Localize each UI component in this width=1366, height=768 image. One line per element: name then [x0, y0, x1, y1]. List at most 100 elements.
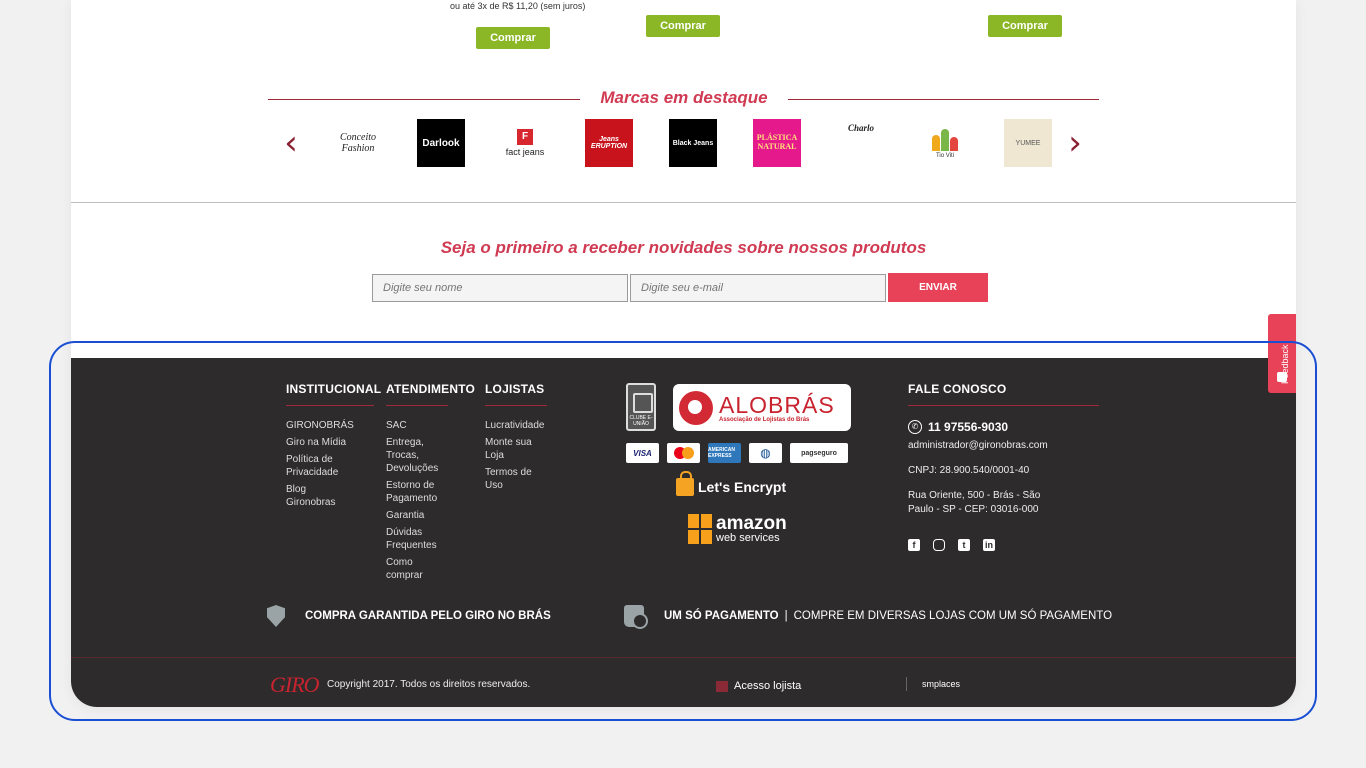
footer-link[interactable]: Política de Privacidade	[286, 453, 348, 479]
brand-logo-text: Tio Viti	[935, 153, 954, 159]
brand-logo-black-jeans[interactable]: Black Jeans	[669, 119, 717, 167]
newsletter-name-input[interactable]	[372, 274, 628, 302]
guarantee-banner: COMPRA GARANTIDA PELO GIRO NO BRÁS	[267, 605, 551, 627]
brand-logo-tio-viti[interactable]: Tio Viti	[921, 119, 969, 167]
aws-wordmark: amazon web services	[716, 512, 787, 544]
social-links: f t in	[908, 539, 995, 551]
newsletter-submit-button[interactable]: ENVIAR	[888, 273, 988, 302]
aws-badge: amazon web services	[688, 514, 787, 544]
footer-link[interactable]: Giro na Mídia	[286, 436, 348, 449]
brand-logo-text: PLÁSTICA NATURAL	[756, 133, 798, 151]
brands-title-line	[788, 99, 1099, 100]
footer-link[interactable]: Garantia	[386, 509, 448, 522]
aws-text-amazon: amazon	[716, 512, 787, 534]
footer-link[interactable]: SAC	[386, 419, 448, 432]
footer-link[interactable]: Blog Gironobras	[286, 483, 348, 509]
brand-logo-text: Darlook	[422, 137, 460, 149]
instagram-icon[interactable]	[933, 539, 945, 551]
contact-address: Rua Oriente, 500 - Brás - São Paulo - SP…	[908, 490, 1041, 515]
alobras-subtitle: Associação de Lojistas do Brás	[719, 416, 810, 423]
footer-link[interactable]: GIRONOBRÁS	[286, 419, 354, 432]
footer-link[interactable]: Lucratividade	[485, 419, 547, 432]
footer-link[interactable]: Monte sua Loja	[485, 436, 547, 462]
one-payment-text: UM SÓ PAGAMENTO | COMPRE EM DIVERSAS LOJAS…	[664, 610, 1112, 622]
facebook-icon[interactable]: f	[908, 539, 920, 551]
contact-email[interactable]: administrador@gironobras.com	[908, 439, 1108, 453]
brands-title: Marcas em destaque	[600, 88, 768, 107]
newsletter-title: Seja o primeiro a receber novidades sobr…	[440, 238, 927, 257]
lock-icon	[676, 471, 694, 496]
alobras-name: ALOBRÁS	[719, 391, 835, 418]
footer-title-underline	[485, 405, 547, 406]
section-divider	[71, 202, 1296, 203]
brand-logo-charlo[interactable]: Charlo	[837, 119, 885, 167]
footer-institucional-list: GIRONOBRÁS Giro na Mídia Política de Pri…	[286, 419, 354, 513]
clube-seal-icon: CLUBE E-UNIÃO	[626, 383, 656, 431]
footer-title-underline	[286, 405, 374, 406]
brand-logo-yumee[interactable]: YUMEE	[1004, 119, 1052, 167]
contact-cnpj: CNPJ: 28.900.540/0001-40	[908, 465, 1030, 476]
guarantee-text: COMPRA GARANTIDA PELO GIRO NO BRÁS	[305, 610, 551, 622]
footer-title-underline	[908, 405, 1099, 406]
amex-card-icon: AMERICAN EXPRESS	[708, 443, 741, 463]
brand-logo-plastica-natural[interactable]: PLÁSTICA NATURAL	[753, 119, 801, 167]
newsletter-email-input[interactable]	[630, 274, 886, 302]
one-payment-banner: UM SÓ PAGAMENTO | COMPRE EM DIVERSAS LOJAS…	[624, 605, 1112, 629]
footer-link[interactable]: Dúvidas Frequentes	[386, 526, 448, 552]
footer-lojistas-title: LOJISTAS	[485, 382, 545, 396]
aws-cubes-icon	[688, 514, 712, 544]
copyright-text: Copyright 2017. Todos os direitos reserv…	[327, 679, 531, 690]
acesso-lojista-label: Acesso lojista	[734, 680, 802, 692]
brand-logo-fact-jeans[interactable]: F fact jeans	[501, 119, 549, 167]
brand-logo-text: Charlo	[847, 123, 874, 133]
page-container: ou até 3x de R$ 11,20 (sem juros) Compra…	[71, 0, 1296, 707]
footer-contact-title: FALE CONOSCO	[908, 382, 1007, 396]
acesso-lojista-link[interactable]: Acesso lojista	[716, 680, 801, 692]
footer-link[interactable]: Como comprar	[386, 556, 448, 582]
brand-logo-eruption[interactable]: Jeans ERUPTION	[585, 119, 633, 167]
installment-text: ou até 3x de R$ 11,20 (sem juros)	[450, 1, 586, 11]
shield-icon	[267, 605, 285, 627]
brand-logo-darlook[interactable]: Darlook	[417, 119, 465, 167]
brand-logo-text: Black Jeans	[672, 139, 714, 147]
brand-logo-text: Conceito Fashion	[339, 132, 377, 154]
store-icon	[716, 680, 728, 692]
footer-lojistas-list: Lucratividade Monte sua Loja Termos de U…	[485, 419, 547, 496]
contact-phone[interactable]: ✆ 11 97556-9030	[908, 420, 1008, 434]
footer-divider	[71, 657, 1296, 658]
aws-text-webservices: web services	[716, 531, 780, 544]
brands-header: Marcas em destaque	[268, 88, 1099, 110]
footer-atendimento-list: SAC Entrega, Trocas, Devoluções Estorno …	[386, 419, 448, 586]
footer-atendimento-title: ATENDIMENTO	[386, 382, 476, 396]
chevron-right-icon[interactable]: ›	[1065, 126, 1085, 160]
fact-jeans-badge: F	[517, 129, 533, 145]
one-payment-separator: |	[784, 610, 788, 622]
whatsapp-icon: ✆	[908, 420, 922, 434]
alobras-emblem-icon	[679, 390, 713, 425]
chevron-left-icon[interactable]: ‹	[281, 126, 301, 160]
alobras-logo[interactable]: ALOBRÁS Associação de Lojistas do Brás	[673, 384, 851, 431]
giro-logo[interactable]: GIRO	[270, 674, 320, 696]
footer-link[interactable]: Termos de Uso	[485, 466, 547, 492]
shopping-bag-icon	[624, 605, 648, 629]
brand-logo-conceito-fashion[interactable]: Conceito Fashion	[334, 119, 382, 167]
twitter-icon[interactable]: t	[958, 539, 970, 551]
buy-button[interactable]: Comprar	[988, 15, 1062, 37]
smplaces-link[interactable]: smplaces	[922, 679, 960, 689]
payment-cards: VISA AMERICAN EXPRESS ◍ pagseguro	[626, 443, 848, 463]
one-payment-description: COMPRE EM DIVERSAS LOJAS COM UM SÓ PAGAM…	[793, 610, 1113, 622]
mastercard-icon	[667, 443, 700, 463]
alobras-text: ALOBRÁS Associação de Lojistas do Brás	[719, 393, 835, 423]
brand-logo-text: YUMEE	[1015, 139, 1041, 147]
pagseguro-icon: pagseguro	[790, 443, 848, 463]
brand-logo-text: Jeans ERUPTION	[590, 136, 628, 150]
letsencrypt-text: Let's Encrypt	[698, 479, 787, 495]
buy-button[interactable]: Comprar	[476, 27, 550, 49]
linkedin-icon[interactable]: in	[983, 539, 995, 551]
feedback-icon	[1277, 372, 1287, 382]
footer-link[interactable]: Entrega, Trocas, Devoluções	[386, 436, 448, 475]
brand-logo-text: fact jeans	[505, 147, 545, 157]
buy-button[interactable]: Comprar	[646, 15, 720, 37]
feedback-tab[interactable]: Feedback	[1268, 314, 1296, 393]
footer-link[interactable]: Estorno de Pagamento	[386, 479, 448, 505]
